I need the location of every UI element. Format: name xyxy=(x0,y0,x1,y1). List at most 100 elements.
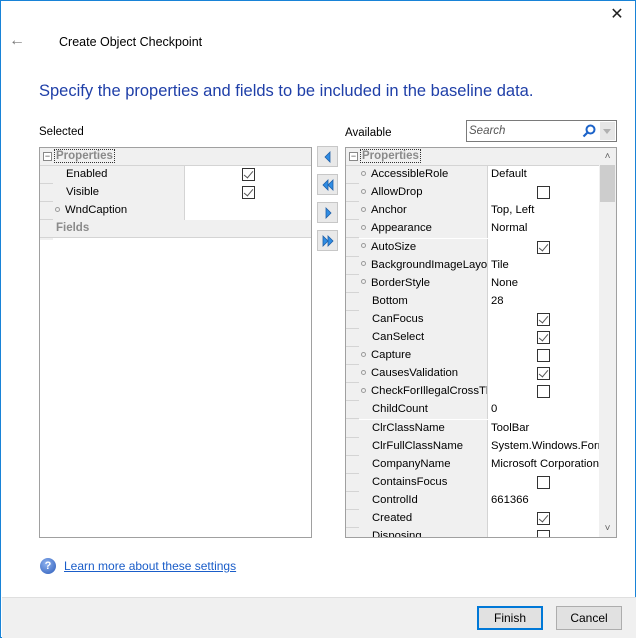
property-name: ClrClassName xyxy=(359,419,487,438)
learn-more-link[interactable]: Learn more about these settings xyxy=(64,559,236,573)
property-row[interactable]: Visible xyxy=(40,184,311,203)
property-row[interactable]: Appearance Normal xyxy=(346,220,599,239)
property-row[interactable]: Anchor Top, Left xyxy=(346,202,599,221)
property-value[interactable]: ToolBar xyxy=(487,419,599,438)
category-row[interactable]: − Properties xyxy=(40,148,311,166)
property-row[interactable]: CheckForIllegalCrossThreadCalls xyxy=(346,383,599,402)
scrollbar-thumb[interactable] xyxy=(600,165,615,202)
dialog-window: ✕ ← Create Object Checkpoint Specify the… xyxy=(0,0,636,638)
property-row[interactable]: ControlId 661366 xyxy=(346,491,599,510)
move-all-right-button[interactable] xyxy=(317,230,338,251)
property-dot-icon xyxy=(361,170,366,176)
property-row[interactable]: CanFocus xyxy=(346,310,599,329)
collapse-icon[interactable]: − xyxy=(43,152,52,161)
property-value[interactable] xyxy=(487,184,599,203)
property-row[interactable]: BorderStyle None xyxy=(346,274,599,293)
property-value[interactable] xyxy=(184,184,311,203)
property-row[interactable]: CausesValidation xyxy=(346,365,599,384)
property-value[interactable] xyxy=(487,528,599,537)
close-icon[interactable]: ✕ xyxy=(609,7,625,23)
property-row[interactable]: AccessibleRole Default xyxy=(346,166,599,185)
property-row[interactable]: ClrFullClassName System.Windows.Forms.Too… xyxy=(346,437,599,456)
property-name-text: AutoSize xyxy=(371,240,417,253)
property-value[interactable]: Top, Left xyxy=(487,202,599,221)
property-checkbox[interactable] xyxy=(537,475,550,489)
cancel-button[interactable]: Cancel xyxy=(556,606,622,630)
collapse-icon[interactable]: − xyxy=(349,152,358,161)
property-value[interactable]: 661366 xyxy=(487,491,599,510)
property-name-text: WndCaption xyxy=(65,204,128,217)
available-property-grid[interactable]: − Properties AccessibleRole Default AllowDro… xyxy=(345,147,617,538)
property-value[interactable] xyxy=(487,365,599,384)
property-value[interactable] xyxy=(487,510,599,528)
property-row[interactable]: Created xyxy=(346,510,599,528)
move-left-button[interactable] xyxy=(317,146,338,167)
property-value-text: Microsoft Corporation xyxy=(491,457,599,470)
property-checkbox[interactable] xyxy=(537,240,550,254)
property-name: WndCaption xyxy=(53,202,184,221)
property-row[interactable]: ClrClassName ToolBar xyxy=(346,419,599,438)
property-checkbox[interactable] xyxy=(537,186,550,200)
property-row[interactable]: WndCaption xyxy=(40,202,311,221)
property-row[interactable]: Disposing xyxy=(346,528,599,538)
property-name-text: Disposing xyxy=(372,530,422,538)
property-value[interactable] xyxy=(184,166,311,185)
property-value[interactable]: 0 xyxy=(487,401,599,420)
property-checkbox[interactable] xyxy=(537,385,550,399)
property-row[interactable]: AutoSize xyxy=(346,238,599,257)
property-value[interactable] xyxy=(487,383,599,402)
property-value[interactable] xyxy=(487,347,599,366)
property-row[interactable]: Capture xyxy=(346,347,599,366)
property-row[interactable]: BackgroundImageLayout Tile xyxy=(346,256,599,275)
property-value[interactable]: Tile xyxy=(487,256,599,275)
property-name: Created xyxy=(359,510,487,528)
property-value[interactable] xyxy=(487,473,599,492)
back-arrow-icon[interactable]: ← xyxy=(9,33,25,49)
property-value[interactable]: 28 xyxy=(487,292,599,311)
property-row[interactable]: AllowDrop xyxy=(346,184,599,203)
property-row[interactable]: ChildCount 0 xyxy=(346,401,599,420)
property-row[interactable]: CanSelect xyxy=(346,329,599,347)
property-checkbox[interactable] xyxy=(241,186,255,200)
move-right-button[interactable] xyxy=(317,202,338,223)
search-dropdown-button[interactable] xyxy=(600,122,615,140)
property-row[interactable]: Bottom 28 xyxy=(346,292,599,311)
property-checkbox[interactable] xyxy=(537,349,550,363)
grid-empty-area xyxy=(40,239,311,537)
finish-button[interactable]: Finish xyxy=(477,606,543,630)
scroll-up-icon[interactable]: ˄ xyxy=(599,148,616,165)
property-value[interactable]: Microsoft Corporation xyxy=(487,455,599,474)
scroll-down-icon[interactable]: ˅ xyxy=(599,520,616,537)
property-name-text: Bottom xyxy=(372,294,408,307)
property-checkbox[interactable] xyxy=(241,168,255,182)
property-row[interactable]: Enabled xyxy=(40,166,311,185)
dialog-title: Create Object Checkpoint xyxy=(59,35,203,49)
property-value[interactable]: Normal xyxy=(487,220,599,239)
property-value[interactable]: None xyxy=(487,274,599,293)
property-row[interactable]: CompanyName Microsoft Corporation xyxy=(346,455,599,474)
category-row[interactable]: − Properties xyxy=(346,148,599,166)
property-checkbox[interactable] xyxy=(537,331,550,344)
vertical-scrollbar[interactable]: ˄ ˅ xyxy=(599,148,616,537)
category-row[interactable]: Fields xyxy=(40,220,311,239)
property-value[interactable] xyxy=(184,202,311,221)
property-row[interactable]: ContainsFocus xyxy=(346,473,599,492)
move-all-left-button[interactable] xyxy=(317,174,338,195)
property-value[interactable] xyxy=(487,238,599,257)
search-icon[interactable] xyxy=(582,124,596,138)
property-value-text: System.Windows.Forms.ToolBar xyxy=(491,439,599,452)
property-checkbox[interactable] xyxy=(537,367,550,381)
property-value[interactable] xyxy=(487,329,599,347)
property-value[interactable]: System.Windows.Forms.ToolBar xyxy=(487,437,599,456)
property-value[interactable]: Default xyxy=(487,166,599,185)
category-label: Fields xyxy=(56,222,90,235)
property-checkbox[interactable] xyxy=(537,530,550,537)
property-checkbox[interactable] xyxy=(537,512,550,525)
property-checkbox[interactable] xyxy=(537,312,550,326)
search-input[interactable] xyxy=(469,122,579,140)
search-box[interactable] xyxy=(466,120,617,142)
property-name: CanSelect xyxy=(359,329,487,347)
selected-property-grid[interactable]: − Properties Enabled Visible WndCaption Field… xyxy=(39,147,312,538)
property-name-text: CanSelect xyxy=(372,331,425,343)
property-value[interactable] xyxy=(487,310,599,329)
